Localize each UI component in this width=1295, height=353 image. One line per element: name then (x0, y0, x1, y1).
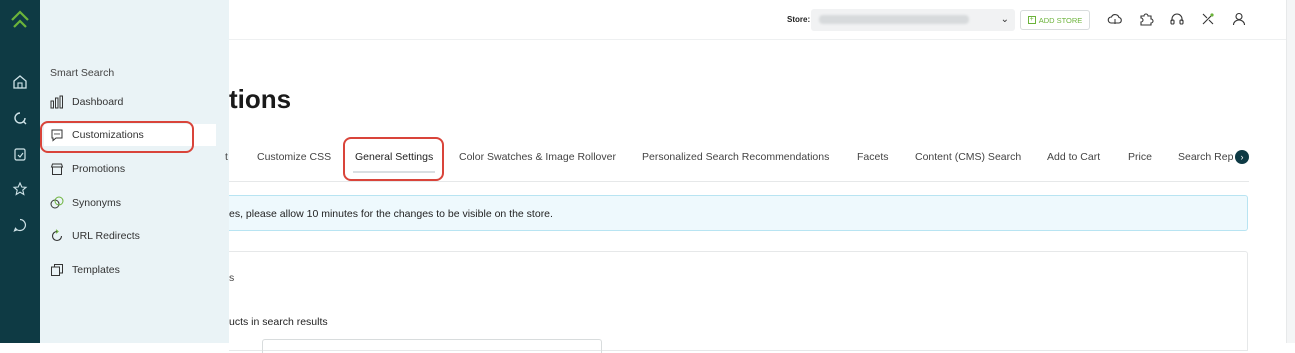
top-bar: Store: ⌄ + ADD STORE (229, 0, 1295, 40)
flyout-item-promotions[interactable]: Promotions (50, 158, 220, 180)
settings-card: s ucts in search results (229, 251, 1248, 353)
tabs-scroll-right-icon[interactable]: › (1235, 150, 1249, 164)
cloud-sync-icon[interactable] (1106, 10, 1124, 28)
flyout-item-synonyms[interactable]: Synonyms (50, 192, 220, 214)
page-title: tions (229, 84, 292, 114)
redirect-icon (50, 229, 64, 243)
flyout-item-url-redirects[interactable]: URL Redirects (50, 225, 220, 247)
smart-search-flyout: Smart Search Dashboard Customizations Pr… (40, 0, 229, 343)
tab-partial[interactable]: t (225, 151, 228, 163)
star-icon[interactable] (9, 178, 31, 200)
setting-input[interactable] (262, 339, 602, 353)
tab-price[interactable]: Price (1128, 151, 1152, 163)
smart-search-icon[interactable] (9, 107, 31, 129)
flyout-item-label: Dashboard (72, 96, 124, 108)
chevron-down-icon: ⌄ (1000, 14, 1009, 25)
tab-add-to-cart[interactable]: Add to Cart (1047, 151, 1100, 163)
flyout-item-label: Promotions (72, 163, 126, 175)
synonyms-icon (50, 196, 64, 210)
flyout-item-label: Synonyms (72, 197, 122, 209)
integration-icon[interactable] (1199, 10, 1217, 28)
clipboard-icon[interactable] (9, 143, 31, 165)
icon-rail (0, 0, 40, 343)
flyout-item-dashboard[interactable]: Dashboard (50, 91, 220, 113)
tab-customize-css[interactable]: Customize CSS (257, 151, 331, 163)
highlight-general-settings (343, 137, 444, 181)
store-value-redacted (819, 15, 969, 24)
highlight-customizations (40, 121, 194, 153)
page-scrollbar[interactable] (1286, 0, 1295, 343)
info-notice: es, please allow 10 minutes for the chan… (229, 195, 1248, 231)
tab-color-swatches[interactable]: Color Swatches & Image Rollover (459, 151, 616, 163)
add-store-button[interactable]: + ADD STORE (1020, 10, 1090, 30)
tab-content-cms-search[interactable]: Content (CMS) Search (915, 151, 1021, 163)
flyout-item-templates[interactable]: Templates (50, 259, 220, 281)
chat-icon[interactable] (9, 214, 31, 236)
tab-personalized-search[interactable]: Personalized Search Recommendations (642, 151, 829, 163)
store-icon (50, 162, 64, 176)
store-label: Store: (787, 15, 811, 24)
plus-icon: + (1027, 16, 1036, 24)
bar-chart-icon (50, 95, 64, 109)
puzzle-icon[interactable] (1137, 10, 1155, 28)
card-heading-fragment: s (229, 272, 235, 284)
headset-icon[interactable] (1168, 10, 1186, 28)
flyout-item-label: Templates (72, 264, 120, 276)
store-select[interactable]: ⌄ (811, 9, 1015, 31)
home-icon[interactable] (9, 71, 31, 93)
logo-icon[interactable] (8, 8, 32, 32)
flyout-item-label: URL Redirects (72, 230, 140, 242)
user-icon[interactable] (1230, 10, 1248, 28)
flyout-heading: Smart Search (50, 67, 115, 79)
tab-facets[interactable]: Facets (857, 151, 889, 163)
templates-icon (50, 263, 64, 277)
tab-search-rep[interactable]: Search Rep (1178, 151, 1233, 163)
card-setting-label: ucts in search results (229, 316, 328, 328)
notice-text: es, please allow 10 minutes for the chan… (229, 208, 553, 220)
add-store-label: ADD STORE (1038, 15, 1083, 25)
